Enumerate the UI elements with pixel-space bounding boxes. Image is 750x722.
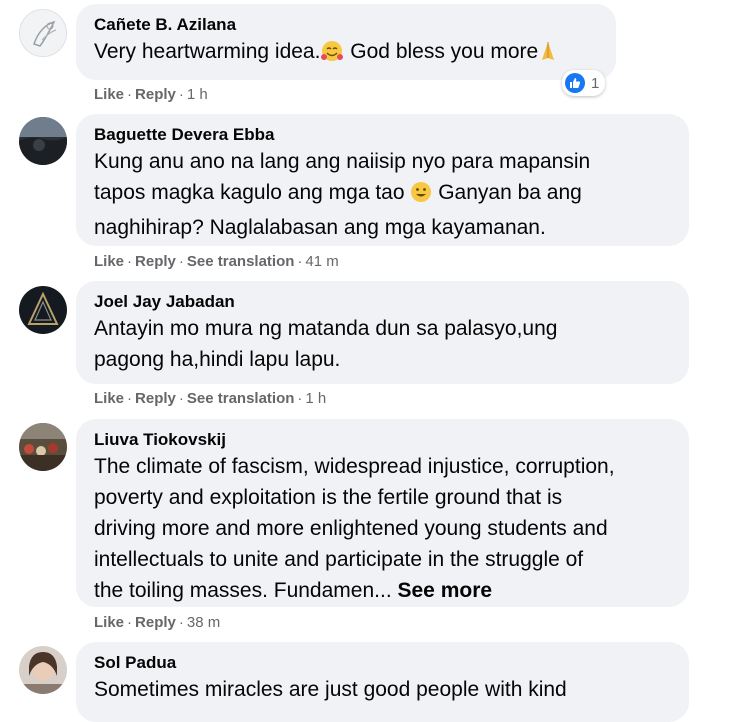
avatar[interactable] <box>19 286 67 334</box>
comment-actions: Like · Reply · 38 m <box>94 614 221 631</box>
avatar-sketch-image <box>20 10 66 56</box>
comment-author[interactable]: Cañete B. Azilana <box>94 14 598 36</box>
comment-timestamp[interactable]: 1 h <box>305 390 326 407</box>
avatar[interactable] <box>19 646 67 694</box>
see-more-link[interactable]: See more <box>398 579 493 602</box>
comment-text: Antayin mo mura ng matanda dun sa palasy… <box>94 317 558 371</box>
comment-author[interactable]: Liuva Tiokovskij <box>94 429 671 451</box>
avatar[interactable] <box>19 9 67 57</box>
comment-author[interactable]: Sol Padua <box>94 652 671 674</box>
comment-bubble: Cañete B. Azilana Very heartwarming idea… <box>76 4 616 80</box>
comment-timestamp[interactable]: 1 h <box>187 86 208 103</box>
avatar-portrait-image <box>19 646 67 694</box>
comment-actions: Like · Reply · See translation · 41 m <box>94 253 339 270</box>
avatar-crowd-image <box>19 423 67 471</box>
avatar[interactable] <box>19 423 67 471</box>
smiling-face-emoji-icon <box>410 181 432 212</box>
comment-text: Sometimes miracles are just good people … <box>94 678 567 701</box>
comment-actions: Like · Reply · See translation · 1 h <box>94 390 327 407</box>
comment-text: Very heartwarming idea. God bless you mo… <box>94 36 598 71</box>
see-translation-link[interactable]: See translation <box>187 253 295 270</box>
smiling-face-with-hearts-emoji-icon <box>320 40 344 71</box>
like-link[interactable]: Like <box>94 86 124 103</box>
comment-timestamp[interactable]: 38 m <box>187 614 220 631</box>
avatar[interactable] <box>19 117 67 165</box>
reply-link[interactable]: Reply <box>135 253 176 270</box>
like-link[interactable]: Like <box>94 390 124 407</box>
reactions-badge[interactable]: 1 <box>562 70 606 96</box>
avatar-logo-image <box>19 286 67 334</box>
reply-link[interactable]: Reply <box>135 614 176 631</box>
comment-bubble: Sol Padua Sometimes miracles are just go… <box>76 642 689 722</box>
comment-bubble: Baguette Devera Ebba Kung anu ano na lan… <box>76 114 689 246</box>
reply-link[interactable]: Reply <box>135 390 176 407</box>
thumbs-up-icon <box>565 73 585 93</box>
folded-hands-emoji-icon <box>538 40 558 71</box>
comment-author[interactable]: Baguette Devera Ebba <box>94 124 671 146</box>
comment-bubble: Liuva Tiokovskij The climate of fascism,… <box>76 419 689 607</box>
like-link[interactable]: Like <box>94 614 124 631</box>
see-translation-link[interactable]: See translation <box>187 390 295 407</box>
comment-actions: Like · Reply · 1 h <box>94 86 208 103</box>
comment-text: The climate of fascism, widespread injus… <box>94 455 615 602</box>
like-link[interactable]: Like <box>94 253 124 270</box>
reply-link[interactable]: Reply <box>135 86 176 103</box>
comment-author[interactable]: Joel Jay Jabadan <box>94 291 671 313</box>
comment-bubble: Joel Jay Jabadan Antayin mo mura ng mata… <box>76 281 689 384</box>
comment-text: Kung anu ano na lang ang naiisip nyo par… <box>94 150 591 239</box>
reaction-count: 1 <box>591 74 600 92</box>
comment-timestamp[interactable]: 41 m <box>305 253 338 270</box>
avatar-photo-image <box>19 117 67 165</box>
